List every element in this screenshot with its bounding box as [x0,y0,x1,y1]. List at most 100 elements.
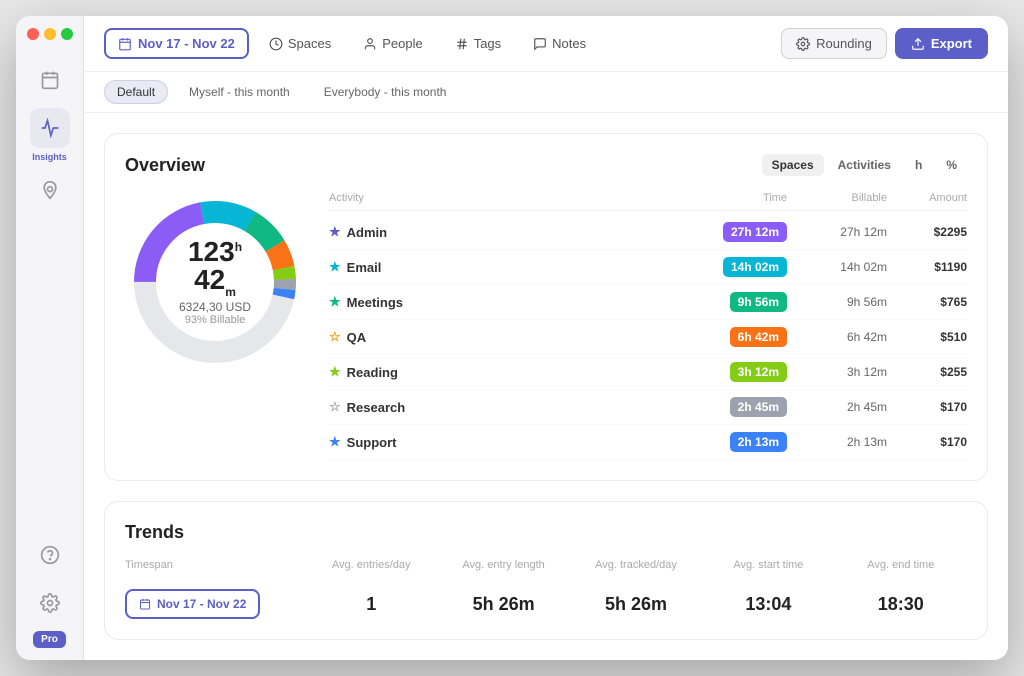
activity-label: Research [347,400,406,415]
activity-label: QA [347,330,367,345]
overview-header: Overview Spaces Activities h % [125,154,967,176]
sidebar: Insights Pro [16,16,84,660]
traffic-lights [23,28,77,40]
trends-data-row: Nov 17 - Nov 22 1 5h 26m 5h 26m 13:04 18… [125,579,967,619]
time-badge-cell: 14h 02m [667,257,787,277]
star-icon: ☆ [329,399,341,415]
notes-nav-button[interactable]: Notes [521,30,598,57]
spaces-label: Spaces [288,36,331,51]
star-icon: ★ [329,294,341,310]
tab-spaces[interactable]: Spaces [762,154,824,176]
activity-label: Email [347,260,382,275]
time-pill: 14h 02m [723,257,787,277]
activity-name-cell: ★ Meetings [329,294,667,310]
donut-billable: 93% Billable [170,314,260,326]
sidebar-item-insights[interactable] [30,108,70,148]
tags-nav-button[interactable]: Tags [443,30,513,57]
amount-val-cell: $765 [887,295,967,309]
activity-name-cell: ☆ Research [329,399,667,415]
sidebar-item-help[interactable] [30,535,70,575]
rounding-button[interactable]: Rounding [781,28,887,59]
donut-chart: 123h 42m 6324,30 USD 93% Billable [125,192,305,372]
trends-col-end: Avg. end time [835,559,967,571]
clock-icon [269,37,283,51]
trends-header: Trends [125,522,967,543]
calendar-small-icon [139,598,151,610]
billable-val-cell: 3h 12m [787,365,887,379]
trends-avg-entries: 1 [305,594,437,615]
sidebar-item-calendar[interactable] [30,60,70,100]
trends-title: Trends [125,522,184,543]
amount-val-cell: $170 [887,400,967,414]
time-badge-cell: 6h 42m [667,327,787,347]
trends-date-cell: Nov 17 - Nov 22 [125,589,305,619]
star-icon: ★ [329,259,341,275]
filter-myself[interactable]: Myself - this month [176,80,303,104]
activity-label: Admin [347,225,387,240]
filter-everybody[interactable]: Everybody - this month [311,80,460,104]
donut-usd: 6324,30 USD [170,300,260,314]
date-range-button[interactable]: Nov 17 - Nov 22 [104,28,249,59]
table-row: ★ Support 2h 13m 2h 13m $170 [329,425,967,460]
chat-icon [533,37,547,51]
trends-date-label: Nov 17 - Nov 22 [157,597,246,611]
content-area: Overview Spaces Activities h % [84,113,1008,660]
gear-icon [796,37,810,51]
overview-title: Overview [125,155,205,176]
minimize-button[interactable] [44,28,56,40]
table-header: Activity Time Billable Amount [329,192,967,211]
sidebar-item-settings[interactable] [30,583,70,623]
maximize-button[interactable] [61,28,73,40]
time-badge-cell: 3h 12m [667,362,787,382]
trends-col-headers: Timespan Avg. entries/day Avg. entry len… [125,559,967,579]
amount-val-cell: $170 [887,435,967,449]
amount-val-cell: $2295 [887,225,967,239]
tab-activities[interactable]: Activities [828,154,901,176]
activity-name-cell: ★ Email [329,259,667,275]
billable-val-cell: 2h 45m [787,400,887,414]
topbar-right: Rounding Export [781,28,988,59]
rounding-label: Rounding [816,36,872,51]
trends-avg-tracked: 5h 26m [570,594,702,615]
trends-col-entries: Avg. entries/day [305,559,437,571]
people-nav-button[interactable]: People [351,30,434,57]
col-billable: Billable [787,192,887,204]
export-icon [911,37,925,51]
amount-val-cell: $510 [887,330,967,344]
time-pill: 9h 56m [730,292,787,312]
time-badge-cell: 9h 56m [667,292,787,312]
time-badge-cell: 27h 12m [667,222,787,242]
billable-val-cell: 9h 56m [787,295,887,309]
hash-icon [455,37,469,51]
export-label: Export [931,36,972,51]
activity-label: Meetings [347,295,403,310]
billable-val-cell: 2h 13m [787,435,887,449]
pro-badge[interactable]: Pro [33,631,66,648]
table-row: ☆ Research 2h 45m 2h 45m $170 [329,390,967,425]
export-button[interactable]: Export [895,28,988,59]
sidebar-item-location[interactable] [30,170,70,210]
trends-date-button[interactable]: Nov 17 - Nov 22 [125,589,260,619]
billable-val-cell: 27h 12m [787,225,887,239]
filter-default[interactable]: Default [104,80,168,104]
amount-val-cell: $255 [887,365,967,379]
tab-percent[interactable]: % [936,154,967,176]
tab-h[interactable]: h [905,154,932,176]
trends-avg-end: 18:30 [835,594,967,615]
time-badge-cell: 2h 13m [667,432,787,452]
overview-card: Overview Spaces Activities h % [104,133,988,481]
time-pill: 2h 13m [730,432,787,452]
trends-col-entry-len: Avg. entry length [437,559,569,571]
close-button[interactable] [27,28,39,40]
view-tabs: Spaces Activities h % [762,154,967,176]
main-content: Nov 17 - Nov 22 Spaces People Tags Notes [84,16,1008,660]
donut-center: 123h 42m 6324,30 USD 93% Billable [170,238,260,326]
table-row: ☆ QA 6h 42m 6h 42m $510 [329,320,967,355]
spaces-nav-button[interactable]: Spaces [257,30,343,57]
activity-name-cell: ★ Reading [329,364,667,380]
amount-val-cell: $1190 [887,260,967,274]
activity-label: Reading [347,365,398,380]
col-time: Time [667,192,787,204]
time-pill: 6h 42m [730,327,787,347]
topbar: Nov 17 - Nov 22 Spaces People Tags Notes [84,16,1008,72]
